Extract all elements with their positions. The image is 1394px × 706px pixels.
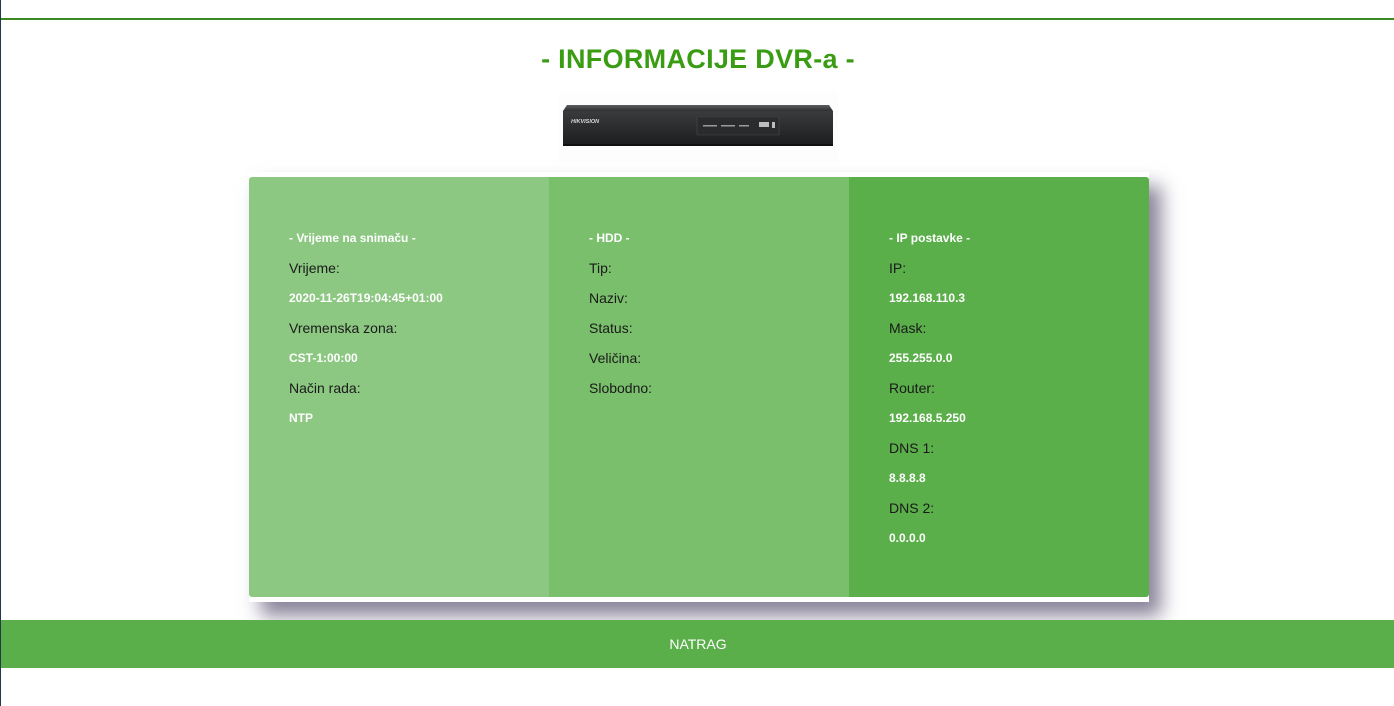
dvr-device-image: HIKVISION [559, 92, 838, 162]
ip-section-title: - IP postavke - [889, 231, 971, 245]
mode-label: Način rada: [289, 380, 361, 396]
hdd-section-title: - HDD - [589, 231, 630, 245]
timezone-value: CST-1:00:00 [289, 351, 358, 365]
ip-column: - IP postavke - IP: 192.168.110.3 Mask: … [849, 177, 1149, 597]
hdd-status-label: Status: [589, 320, 633, 336]
hdd-type-label: Tip: [589, 260, 612, 276]
time-section-title: - Vrijeme na snimaču - [289, 231, 416, 245]
hdd-name-label: Naziv: [589, 290, 628, 306]
hdd-column: - HDD - Tip: Naziv: Status: Veličina: Sl… [549, 177, 849, 597]
router-value: 192.168.5.250 [889, 411, 966, 425]
time-value: 2020-11-26T19:04:45+01:00 [289, 291, 443, 305]
router-label: Router: [889, 380, 935, 396]
mask-label: Mask: [889, 320, 927, 336]
back-button-label: NATRAG [669, 636, 727, 652]
page-title: - INFORMACIJE DVR-a - [541, 44, 855, 74]
dns1-value: 8.8.8.8 [889, 471, 926, 485]
dns2-label: DNS 2: [889, 500, 935, 516]
page: - INFORMACIJE DVR-a - HIKVISION - Vrijem… [0, 0, 1394, 706]
dns2-value: 0.0.0.0 [889, 531, 926, 545]
hdd-free-label: Slobodno: [589, 380, 653, 396]
ip-label: IP: [889, 260, 907, 276]
device-brand-text: HIKVISION [571, 119, 600, 125]
hdd-size-label: Veličina: [589, 350, 642, 366]
info-panel-columns: - Vrijeme na snimaču - Vrijeme: 2020-11-… [249, 177, 1149, 597]
ip-value: 192.168.110.3 [889, 291, 966, 305]
dvr-device-icon: HIKVISION [563, 105, 833, 146]
timezone-label: Vremenska zona: [289, 320, 398, 336]
dns1-label: DNS 1: [889, 440, 935, 456]
mask-value: 255.255.0.0 [889, 351, 953, 365]
back-button[interactable]: NATRAG [1, 620, 1394, 668]
time-label: Vrijeme: [289, 260, 340, 276]
top-divider [1, 18, 1394, 20]
info-panel: - Vrijeme na snimaču - Vrijeme: 2020-11-… [249, 172, 1149, 602]
mode-value: NTP [289, 411, 313, 425]
time-column: - Vrijeme na snimaču - Vrijeme: 2020-11-… [249, 177, 549, 597]
